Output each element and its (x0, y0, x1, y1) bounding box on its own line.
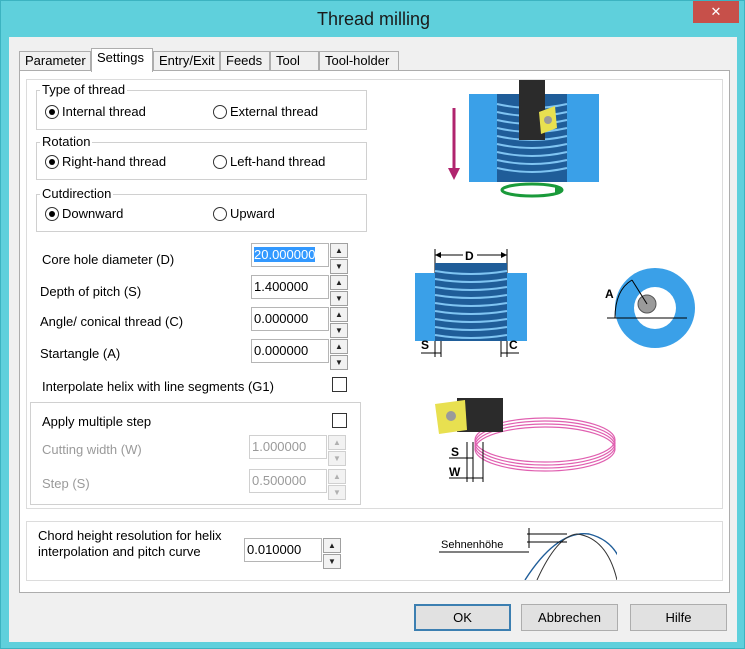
cutting-width-down-arrow-icon[interactable]: ▼ (328, 451, 346, 466)
chord-up-arrow-icon[interactable]: ▲ (323, 538, 341, 553)
interpolate-checkbox[interactable] (332, 377, 347, 392)
label-s: S (421, 338, 429, 352)
label-a: A (605, 287, 614, 301)
chord-label-line1: Chord height resolution for helix (38, 528, 222, 543)
core-hole-up-arrow-icon[interactable]: ▲ (330, 243, 348, 258)
rotation-label: Rotation (40, 134, 93, 149)
sehnenhoehe-label: Sehnenhöhe (441, 539, 503, 551)
chord-height-stepper[interactable]: ▲ ▼ (323, 538, 341, 570)
depth-pitch-label: Depth of pitch (S) (40, 284, 142, 299)
group-multiple-step: Apply multiple step Cutting width (W) 1.… (30, 402, 361, 505)
interpolate-label: Interpolate helix with line segments (G1… (42, 379, 274, 394)
core-hole-label: Core hole diameter (D) (42, 252, 175, 267)
angle-down-arrow-icon[interactable]: ▼ (330, 323, 348, 338)
helix-path-illustration: S W (435, 398, 616, 482)
group-rotation: Rotation Right-hand thread Left-hand thr… (36, 134, 367, 180)
cutting-width-stepper[interactable]: ▲ ▼ (328, 435, 346, 467)
radio-left-hand-indicator[interactable] (213, 154, 227, 169)
step-down-arrow-icon[interactable]: ▼ (328, 485, 346, 500)
group-thread-type: Type of thread Internal thread External … (36, 82, 367, 130)
radio-internal-thread[interactable]: Internal thread (45, 104, 146, 119)
label-d: D (465, 249, 474, 263)
help-button[interactable]: Hilfe (630, 604, 727, 631)
angle-input[interactable]: 0.000000 (251, 307, 329, 331)
radio-downward-indicator[interactable] (45, 206, 59, 221)
radio-internal-indicator[interactable] (45, 104, 59, 119)
depth-pitch-down-arrow-icon[interactable]: ▼ (330, 291, 348, 306)
chord-panel: Chord height resolution for helix interp… (26, 521, 723, 581)
tab-parameter[interactable]: Parameter (19, 51, 91, 71)
angle-up-arrow-icon[interactable]: ▲ (330, 307, 348, 322)
startangle-down-arrow-icon[interactable]: ▼ (330, 355, 348, 370)
core-hole-value: 20.000000 (254, 247, 316, 262)
radio-left-hand[interactable]: Left-hand thread (213, 154, 325, 169)
startangle-input[interactable]: 0.000000 (251, 339, 329, 363)
radio-right-hand-label: Right-hand thread (62, 154, 167, 169)
radio-left-hand-label: Left-hand thread (230, 154, 326, 169)
window-title: Thread milling (316, 9, 431, 29)
depth-pitch-stepper[interactable]: ▲ ▼ (330, 275, 348, 307)
thread-section-illustration: D S C (415, 248, 527, 357)
settings-panel: Type of thread Internal thread External … (19, 70, 730, 593)
tab-tool-holder[interactable]: Tool-holder (319, 51, 399, 71)
thread-type-label: Type of thread (40, 82, 128, 97)
radio-upward-label: Upward (230, 206, 275, 221)
radio-external-indicator[interactable] (213, 104, 227, 119)
chord-height-input[interactable]: 0.010000 (244, 538, 322, 562)
cutting-width-label: Cutting width (W) (42, 442, 142, 457)
cutting-width-input[interactable]: 1.000000 (249, 435, 327, 459)
title-bar[interactable]: Thread milling ✕ (1, 1, 745, 35)
tab-feeds[interactable]: Feeds (220, 51, 270, 71)
tab-settings[interactable]: Settings (91, 48, 153, 72)
label-c: C (509, 338, 518, 352)
step-up-arrow-icon[interactable]: ▲ (328, 469, 346, 484)
angle-stepper[interactable]: ▲ ▼ (330, 307, 348, 339)
depth-pitch-input[interactable]: 1.400000 (251, 275, 329, 299)
settings-inner-panel: Type of thread Internal thread External … (26, 79, 723, 509)
step-stepper[interactable]: ▲ ▼ (328, 469, 346, 501)
tab-entry-exit[interactable]: Entry/Exit (153, 51, 220, 71)
radio-external-label: External thread (230, 104, 319, 119)
angle-label: Angle/ conical thread (C) (40, 314, 184, 329)
dialog-window: Thread milling ✕ Parameter Settings Entr… (0, 0, 745, 649)
chord-down-arrow-icon[interactable]: ▼ (323, 554, 341, 569)
label-s-step: S (451, 445, 459, 459)
ok-button[interactable]: OK (414, 604, 511, 631)
thread-milling-illustration (448, 80, 599, 198)
radio-internal-label: Internal thread (62, 104, 146, 119)
startangle-stepper[interactable]: ▲ ▼ (330, 339, 348, 371)
core-hole-down-arrow-icon[interactable]: ▼ (330, 259, 348, 274)
cancel-button[interactable]: Abbrechen (521, 604, 618, 631)
rotation-arrow-icon (500, 182, 564, 198)
radio-external-thread[interactable]: External thread (213, 104, 318, 119)
group-cutdirection: Cutdirection Downward Upward (36, 186, 367, 232)
radio-right-hand-indicator[interactable] (45, 154, 59, 169)
close-button[interactable]: ✕ (693, 1, 739, 23)
dialog-client: Parameter Settings Entry/Exit Feeds Tool… (9, 37, 737, 642)
radio-downward-label: Downward (62, 206, 124, 221)
radio-right-hand[interactable]: Right-hand thread (45, 154, 166, 169)
start-angle-illustration: A (605, 268, 695, 348)
step-input[interactable]: 0.500000 (249, 469, 327, 493)
chord-height-illustration: Sehnenhöhe (439, 528, 617, 580)
cutting-width-up-arrow-icon[interactable]: ▲ (328, 435, 346, 450)
chord-label-line2: interpolation and pitch curve (38, 544, 201, 559)
radio-downward[interactable]: Downward (45, 206, 123, 221)
label-w: W (449, 465, 461, 479)
startangle-up-arrow-icon[interactable]: ▲ (330, 339, 348, 354)
tab-tool[interactable]: Tool (270, 51, 319, 71)
radio-upward[interactable]: Upward (213, 206, 275, 221)
startangle-label: Startangle (A) (40, 346, 121, 361)
core-hole-stepper[interactable]: ▲ ▼ (330, 243, 348, 275)
depth-pitch-up-arrow-icon[interactable]: ▲ (330, 275, 348, 290)
multiple-step-checkbox[interactable] (332, 413, 347, 428)
core-hole-input[interactable]: 20.000000 (251, 243, 329, 267)
cutdirection-label: Cutdirection (40, 186, 114, 201)
radio-upward-indicator[interactable] (213, 206, 227, 221)
multiple-step-label: Apply multiple step (42, 414, 152, 429)
step-label: Step (S) (42, 476, 90, 491)
